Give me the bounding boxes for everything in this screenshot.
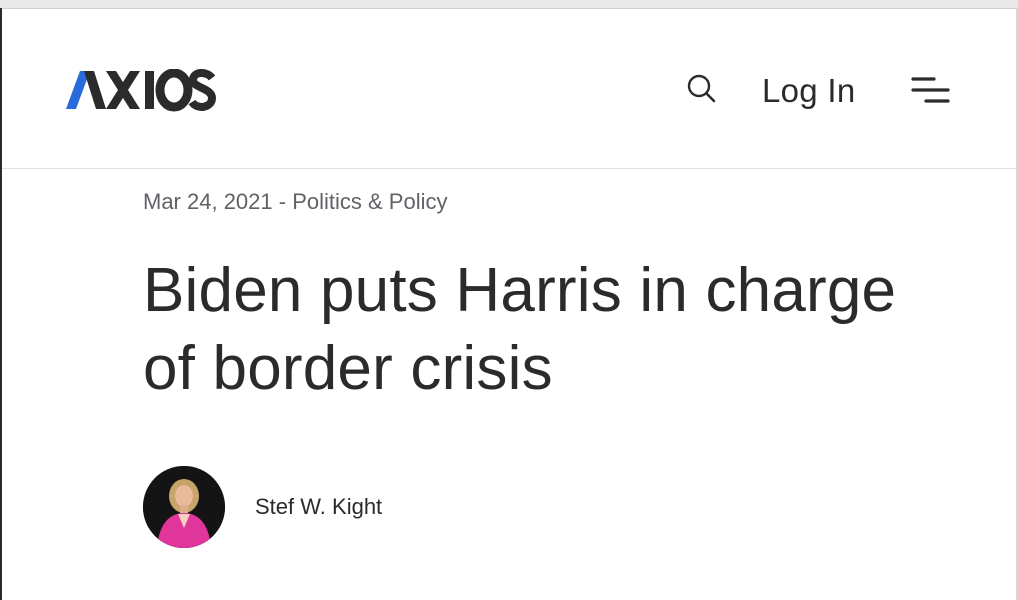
window-top-edge — [0, 0, 1018, 9]
meta-separator: - — [272, 189, 293, 214]
author-name-link[interactable]: Stef W. Kight — [255, 494, 382, 520]
hamburger-menu-icon — [911, 77, 950, 103]
search-icon — [687, 74, 716, 103]
axios-logo-mark — [66, 69, 216, 112]
menu-button[interactable] — [910, 73, 954, 117]
byline: Stef W. Kight — [143, 466, 382, 548]
axios-logo[interactable] — [66, 69, 216, 113]
login-link[interactable]: Log In — [762, 71, 856, 111]
author-photo — [143, 466, 225, 548]
search-button[interactable] — [684, 71, 720, 107]
site-header: Log In — [2, 9, 1016, 169]
article: Mar 24, 2021 - Politics & Policy Biden p… — [143, 170, 963, 408]
browser-viewport: Log In Mar 24, 2021 - Politics & Policy … — [0, 0, 1018, 600]
article-category-link[interactable]: Politics & Policy — [292, 189, 447, 214]
article-headline: Biden puts Harris in charge of border cr… — [143, 256, 897, 403]
article-date: Mar 24, 2021 — [143, 189, 273, 214]
author-avatar[interactable] — [143, 466, 225, 548]
article-meta: Mar 24, 2021 - Politics & Policy — [143, 188, 963, 216]
